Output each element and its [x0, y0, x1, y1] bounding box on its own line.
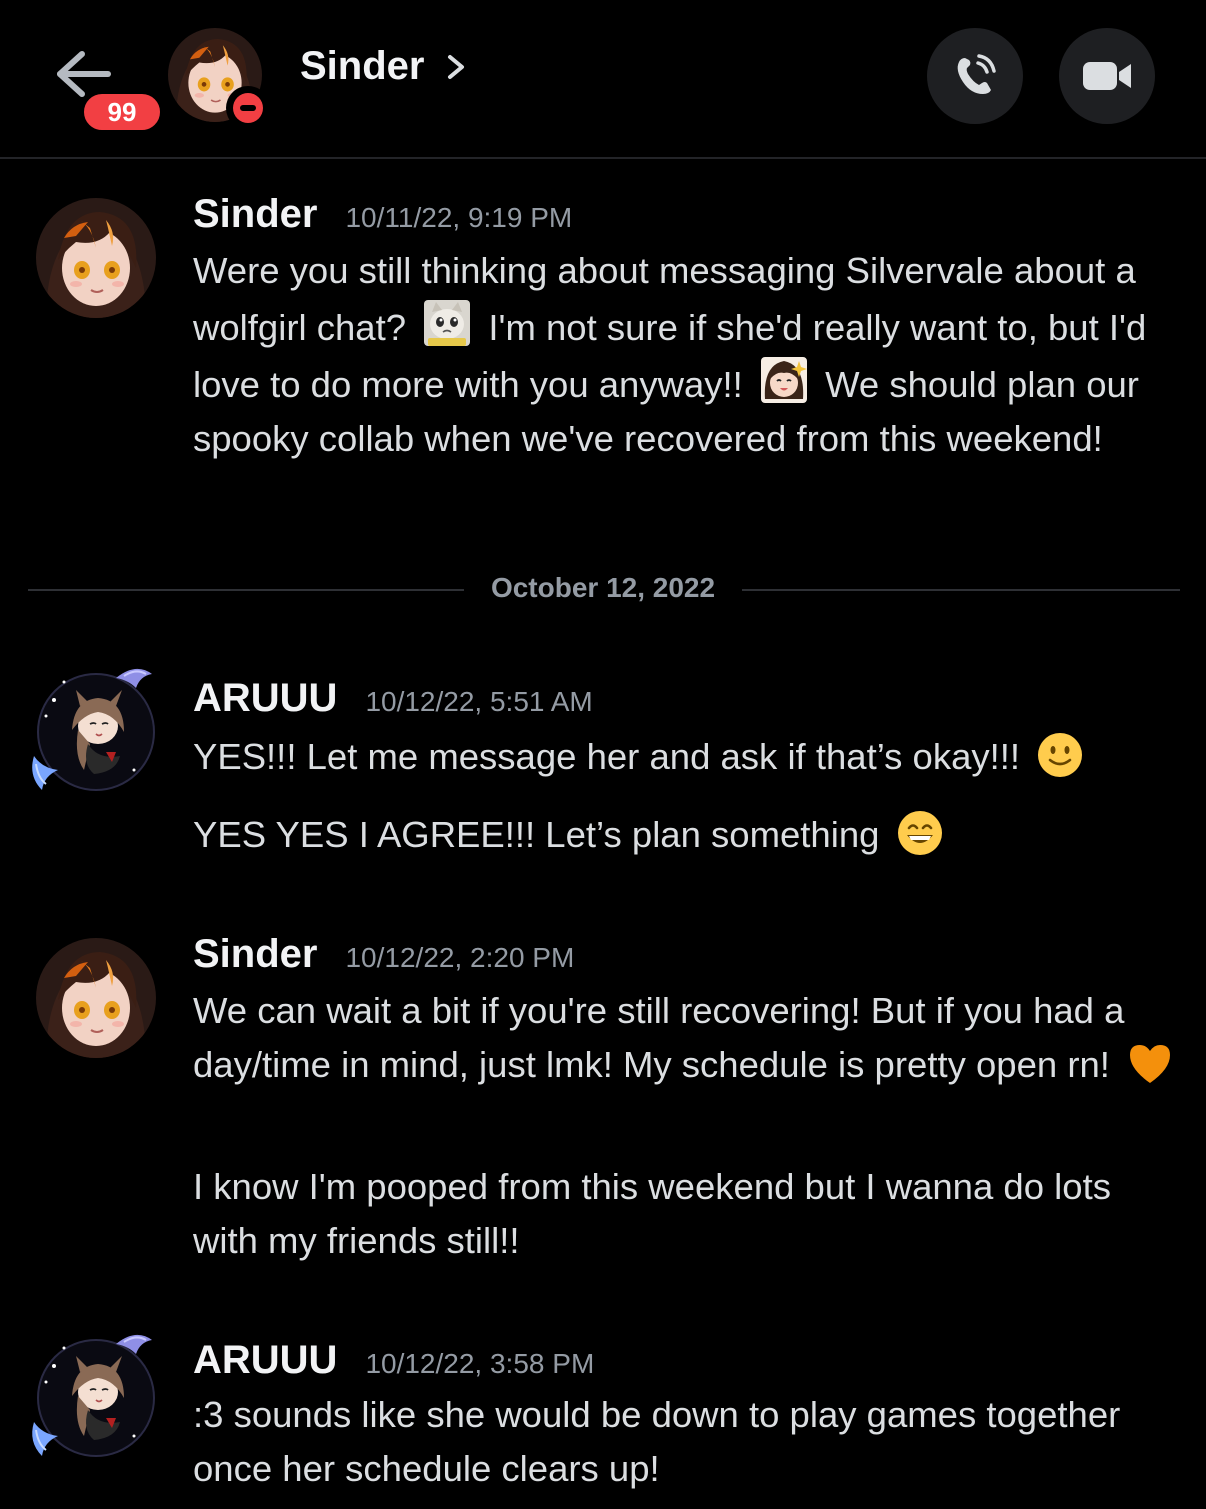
message-content: I know I'm pooped from this weekend but … — [193, 1160, 1183, 1268]
aruuu-avatar-image — [32, 668, 155, 791]
message-content: YES YES I AGREE!!! Let’s plan something — [193, 808, 1183, 862]
sinder-avatar-image — [36, 938, 156, 1058]
slightly-smiling-face-icon[interactable] — [1036, 731, 1084, 779]
sinder-avatar[interactable] — [36, 938, 156, 1058]
anime-girl-emoji-icon[interactable] — [759, 355, 809, 405]
video-camera-icon — [1083, 62, 1131, 90]
message-content: :3 sounds like she would be down to play… — [193, 1388, 1183, 1496]
message-header: Sinder 10/11/22, 9:19 PM — [193, 192, 572, 237]
message-content: YES!!! Let me message her and ask if tha… — [193, 730, 1183, 784]
sinder-avatar-image — [36, 198, 156, 318]
message-header: ARUUU 10/12/22, 5:51 AM — [193, 676, 593, 721]
message-text: We can wait a bit if you're still recove… — [193, 990, 1125, 1085]
author-name[interactable]: Sinder — [193, 932, 317, 977]
message-timestamp: 10/12/22, 5:51 AM — [365, 686, 593, 717]
author-name[interactable]: ARUUU — [193, 1338, 337, 1383]
unread-badge: 99 — [80, 90, 164, 134]
message-header: ARUUU 10/12/22, 3:58 PM — [193, 1338, 594, 1383]
video-call-button[interactable] — [1059, 28, 1155, 124]
divider-line — [28, 589, 464, 591]
voice-call-button[interactable] — [927, 28, 1023, 124]
divider-date: October 12, 2022 — [490, 572, 716, 603]
status-dnd-icon — [226, 86, 270, 130]
aruuu-avatar-image — [32, 1334, 155, 1457]
message-text: YES!!! Let me message her and ask if tha… — [193, 736, 1021, 777]
author-name[interactable]: ARUUU — [193, 676, 337, 721]
message-timestamp: 10/12/22, 3:58 PM — [365, 1348, 595, 1379]
message-timestamp: 10/11/22, 9:19 PM — [345, 202, 573, 233]
channel-title-text: Sinder — [300, 44, 425, 88]
message-text: I know I'm pooped from this weekend but … — [193, 1166, 1111, 1261]
divider-line — [742, 589, 1180, 591]
message-text: :3 sounds like she would be down to play… — [193, 1394, 1121, 1489]
author-name[interactable]: Sinder — [193, 192, 317, 237]
orange-heart-icon[interactable] — [1126, 1039, 1174, 1087]
message-header: Sinder 10/12/22, 2:20 PM — [193, 932, 574, 977]
aruuu-avatar[interactable] — [24, 660, 164, 800]
message-content: Were you still thinking about messaging … — [193, 244, 1183, 466]
phone-icon — [957, 54, 996, 94]
crying-cat-emoji-icon[interactable] — [422, 298, 472, 348]
aruuu-avatar[interactable] — [24, 1326, 164, 1466]
message-timestamp: 10/12/22, 2:20 PM — [345, 942, 575, 973]
chat-header: 99 Sinder — [0, 0, 1206, 159]
message-content: We can wait a bit if you're still recove… — [193, 984, 1183, 1092]
grinning-face-icon[interactable] — [896, 809, 944, 857]
message-text: YES YES I AGREE!!! Let’s plan something — [193, 814, 880, 855]
sinder-avatar[interactable] — [36, 198, 156, 318]
channel-title[interactable]: Sinder — [300, 44, 468, 89]
date-divider: October 12, 2022 — [28, 566, 1180, 614]
chevron-right-icon — [448, 54, 465, 79]
